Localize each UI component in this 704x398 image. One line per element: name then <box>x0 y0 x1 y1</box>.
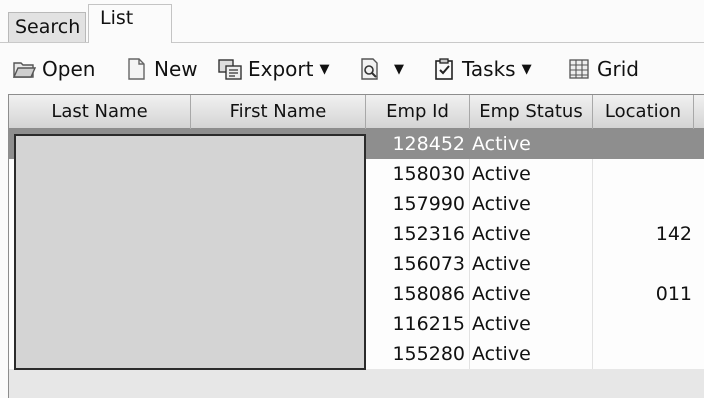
chevron-down-icon[interactable]: ▼ <box>319 62 329 77</box>
emp-status-cell: Active <box>472 343 531 365</box>
tasks-button[interactable]: Tasks ▼ <box>432 53 532 85</box>
column-header-last-name[interactable]: Last Name <box>9 95 191 129</box>
export-button[interactable]: Export ▼ <box>218 53 329 85</box>
clipboard-check-icon <box>432 57 456 81</box>
grid-label: Grid <box>597 57 639 81</box>
folder-open-icon <box>12 57 37 81</box>
tasks-label: Tasks <box>462 57 516 81</box>
emp-id-cell: 155280 <box>392 343 465 365</box>
location-cell: 011 <box>655 283 692 305</box>
export-icon <box>218 57 242 81</box>
redacted-name-block <box>14 134 366 370</box>
new-label: New <box>154 57 198 81</box>
column-header-emp-id[interactable]: Emp Id <box>366 95 470 129</box>
emp-id-cell: 157990 <box>392 193 465 215</box>
column-header-first-name[interactable]: First Name <box>191 95 366 129</box>
location-cell <box>593 339 694 369</box>
document-magnifier-icon <box>358 57 382 81</box>
new-document-icon <box>124 57 148 81</box>
emp-status-cell: Active <box>472 133 531 155</box>
tab-search[interactable]: Search <box>8 12 86 42</box>
location-cell <box>593 129 694 159</box>
emp-status-cell: Active <box>472 193 531 215</box>
emp-id-cell: 128452 <box>392 133 465 155</box>
column-header-location[interactable]: Location <box>593 95 694 129</box>
grid-header: Last Name First Name Emp Id Emp Status L… <box>9 95 704 129</box>
tab-list[interactable]: List <box>88 4 172 43</box>
toolbar: Open New Export ▼ ▼ Tasks ▼ Grid <box>0 49 704 89</box>
emp-status-cell: Active <box>472 313 531 335</box>
new-button[interactable]: New <box>124 53 198 85</box>
column-header-emp-status[interactable]: Emp Status <box>470 95 593 129</box>
location-cell <box>593 309 694 339</box>
export-label: Export <box>248 57 314 81</box>
emp-id-cell: 152316 <box>392 223 465 245</box>
location-cell <box>593 249 694 279</box>
emp-id-cell: 158030 <box>392 163 465 185</box>
emp-status-cell: Active <box>472 253 531 275</box>
emp-id-cell: 158086 <box>392 283 465 305</box>
emp-status-cell: Active <box>472 283 531 305</box>
grid-button[interactable]: Grid <box>567 53 639 85</box>
open-button[interactable]: Open <box>12 53 95 85</box>
open-label: Open <box>42 57 96 81</box>
emp-id-cell: 116215 <box>392 313 465 335</box>
tab-strip: Search List <box>0 0 704 44</box>
preview-button[interactable]: ▼ <box>358 53 404 85</box>
location-cell <box>593 159 694 189</box>
grid-icon <box>567 57 591 81</box>
emp-status-cell: Active <box>472 163 531 185</box>
location-cell <box>593 189 694 219</box>
location-cell: 142 <box>655 223 692 245</box>
emp-status-cell: Active <box>472 223 531 245</box>
chevron-down-icon[interactable]: ▼ <box>394 62 404 77</box>
chevron-down-icon[interactable]: ▼ <box>522 62 532 77</box>
empty-row <box>9 369 704 398</box>
emp-id-cell: 156073 <box>392 253 465 275</box>
